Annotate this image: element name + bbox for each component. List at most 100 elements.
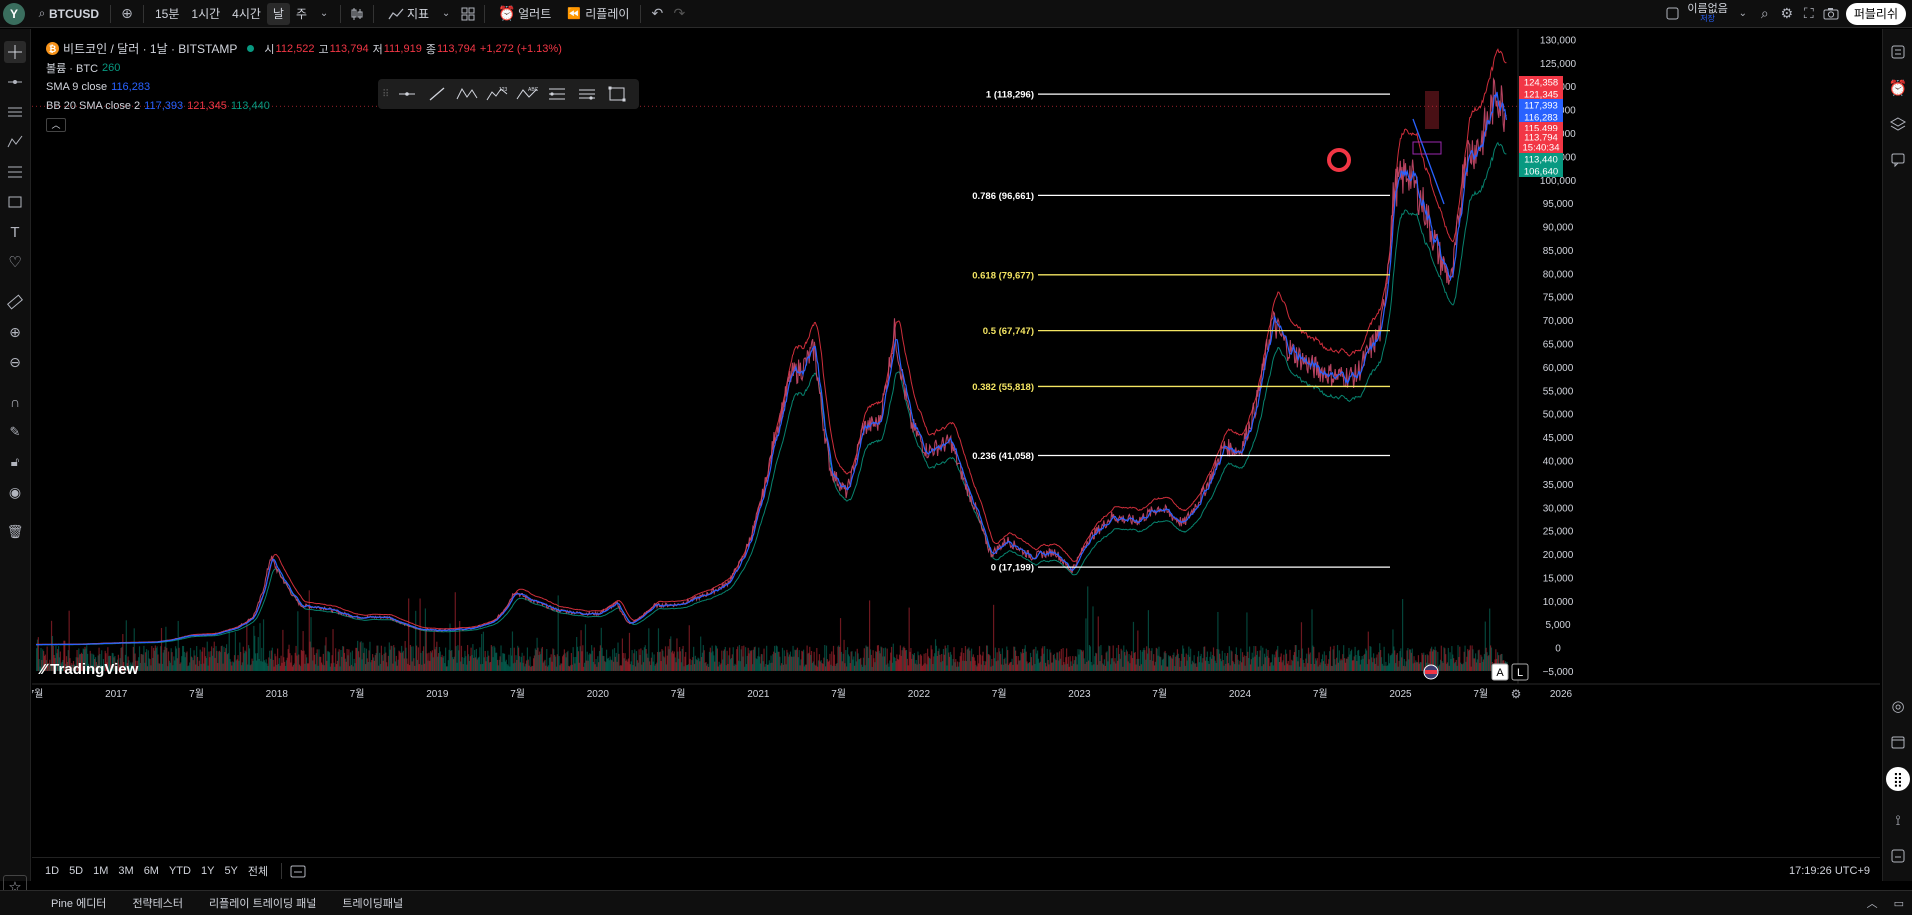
time-tick-label: 2019 — [426, 689, 449, 700]
settings-gear-icon[interactable]: ⚙ — [1776, 3, 1798, 25]
range-ytd[interactable]: YTD — [164, 865, 196, 877]
time-tick-label: 7월 — [189, 688, 204, 700]
time-axis: 7월 2017 7월 2018 7월 2019 7월 2020 7월 2021 7월 2022 7월 20… — [32, 687, 1573, 701]
pattern-icon[interactable] — [4, 131, 26, 153]
bb-upper-value: 121,345 — [187, 99, 227, 112]
chevron-down-icon[interactable]: ⌄ — [313, 3, 335, 25]
indicators-icon — [385, 3, 407, 25]
range-1y[interactable]: 1Y — [196, 865, 219, 877]
trend-line-tool-icon[interactable] — [424, 82, 449, 106]
symbol-label: BTCUSD — [49, 6, 99, 21]
parallel-channel-icon[interactable] — [4, 101, 26, 123]
zoom-out-icon[interactable]: ⊖ — [4, 351, 26, 373]
magnet-icon[interactable]: ∩ — [4, 391, 26, 413]
calendar-icon[interactable] — [1887, 731, 1909, 753]
tab-strategy-tester[interactable]: 전략테스터 — [119, 895, 196, 911]
trash-icon[interactable]: 🗑︎ — [4, 521, 26, 543]
text-icon[interactable]: T — [4, 221, 26, 243]
projection-zone — [1425, 91, 1439, 129]
tab-trading-panel[interactable]: 트레이딩패널 — [329, 895, 416, 911]
undo-icon[interactable]: ↶ — [646, 3, 668, 25]
eye-icon[interactable]: ◉ — [4, 481, 26, 503]
layout-name-block[interactable]: 이름없음 저장 — [1683, 3, 1731, 24]
price-chart[interactable]: 1 (118,296) 0.786 (96,661) 0.618 (79,677) 0… — [32, 29, 1880, 851]
legend-volume-row[interactable]: 볼륨 · BTC 260 — [46, 58, 562, 77]
abc-wave-tool-icon[interactable]: ABC — [514, 82, 539, 106]
apps-grid-icon[interactable]: ⣿ — [1886, 767, 1910, 791]
range-6m[interactable]: 6M — [139, 865, 164, 877]
tab-pine-editor[interactable]: Pine 에디터 — [38, 895, 119, 911]
horizontal-line-tool-icon[interactable] — [394, 82, 419, 106]
user-avatar[interactable]: Y — [3, 2, 25, 25]
chevron-down-icon[interactable]: ⌄ — [1732, 3, 1754, 25]
time-tick-label: 7월 — [510, 688, 525, 700]
legend-symbol-row[interactable]: ₿ 비트코인 / 달러 · 1날 · BITSTAMP 시 112,522 고 11… — [46, 39, 562, 58]
interval-week[interactable]: 주 — [290, 3, 313, 25]
layers-icon[interactable] — [1887, 113, 1909, 135]
xabcd-pattern-tool-icon[interactable] — [454, 82, 479, 106]
horizontal-ray-icon[interactable] — [4, 71, 26, 93]
tradingview-watermark: ⁄⁄ TradingView — [38, 661, 139, 678]
ruler-icon[interactable] — [4, 291, 26, 313]
fib-retracement-icon[interactable] — [4, 161, 26, 183]
elliott-wave-tool-icon[interactable]: 123 — [484, 82, 509, 106]
interval-15m[interactable]: 15분 — [149, 3, 185, 25]
fib-retracement-tool-icon[interactable] — [544, 82, 569, 106]
collapse-chevron-icon[interactable]: ︿ — [46, 117, 66, 132]
candle-style-icon[interactable] — [346, 3, 368, 25]
range-5d[interactable]: 5D — [64, 865, 88, 877]
crosshair-icon[interactable] — [4, 41, 26, 63]
tab-replay-trading-panel[interactable]: 리플레이 트레이딩 패널 — [196, 895, 329, 911]
stream-icon[interactable]: ⟟ — [1887, 809, 1909, 831]
zoom-in-icon[interactable]: ⊕ — [4, 321, 26, 343]
price-tick-label: 10,000 — [1543, 597, 1574, 608]
clock-label[interactable]: 17:19:26 UTC+9 — [1789, 865, 1880, 877]
go-to-date-icon[interactable] — [290, 864, 306, 878]
alerts-clock-icon[interactable]: ⏰ — [1887, 77, 1909, 99]
maximize-panel-icon[interactable]: ▭ — [1886, 897, 1912, 910]
interval-day[interactable]: 날 — [266, 2, 290, 25]
layout-grid-icon[interactable] — [457, 3, 479, 25]
rectangle-icon[interactable] — [4, 191, 26, 213]
collapse-panel-chevron-icon[interactable]: ︿ — [1859, 895, 1886, 911]
price-tick-label: 95,000 — [1543, 199, 1574, 210]
quick-search-icon[interactable]: ⌕ — [1754, 3, 1776, 25]
time-tick-label: 7월 — [1313, 688, 1328, 700]
publish-button[interactable]: 퍼블리쉬 — [1845, 2, 1906, 25]
compare-plus-icon[interactable]: ⊕ — [116, 3, 138, 25]
notifications-icon[interactable] — [1887, 845, 1909, 867]
layout-checkbox-icon[interactable] — [1661, 3, 1683, 25]
range-1d[interactable]: 1D — [40, 865, 64, 877]
watchlist-icon[interactable] — [1887, 41, 1909, 63]
time-tick-label: 7월 — [350, 688, 365, 700]
price-label-text: 124,358 — [1524, 78, 1558, 89]
fib-level-label: 0.786 (96,661) — [972, 191, 1034, 202]
lock-drawing-icon[interactable]: ✎ — [4, 421, 26, 443]
range-3m[interactable]: 3M — [113, 865, 138, 877]
lock-icon[interactable]: 🔓︎ — [4, 451, 26, 473]
drag-handle-icon[interactable]: ⠿ — [382, 89, 389, 100]
replay-button[interactable]: ⏪ 리플레이 — [557, 3, 635, 25]
redo-icon[interactable]: ↷ — [668, 3, 690, 25]
fullscreen-icon[interactable]: ⛶ — [1798, 3, 1820, 25]
alert-button[interactable]: ⏰ 얼러트 — [490, 3, 557, 25]
interval-1h[interactable]: 1시간 — [185, 3, 226, 25]
symbol-search[interactable]: ⌕ BTCUSD — [29, 3, 105, 25]
range-5y[interactable]: 5Y — [219, 865, 242, 877]
chat-icon[interactable] — [1887, 149, 1909, 171]
time-tick-label: 2021 — [747, 689, 770, 700]
sma-line — [36, 91, 1507, 646]
close-value: 113,794 — [436, 42, 476, 55]
camera-icon[interactable] — [1820, 3, 1842, 25]
sma-label: SMA 9 close — [46, 80, 108, 93]
interval-4h[interactable]: 4시간 — [226, 3, 267, 25]
target-icon[interactable]: ◎ — [1887, 695, 1909, 717]
heart-icon[interactable]: ♡ — [4, 251, 26, 273]
chevron-down-icon[interactable]: ⌄ — [435, 3, 457, 25]
range-1m[interactable]: 1M — [88, 865, 113, 877]
indicators-button[interactable]: 지표 — [379, 3, 435, 25]
search-icon: ⌕ — [38, 6, 46, 20]
range-all[interactable]: 전체 — [243, 863, 273, 879]
rectangle-tool-icon[interactable] — [604, 82, 629, 106]
fib-channel-tool-icon[interactable] — [574, 82, 599, 106]
